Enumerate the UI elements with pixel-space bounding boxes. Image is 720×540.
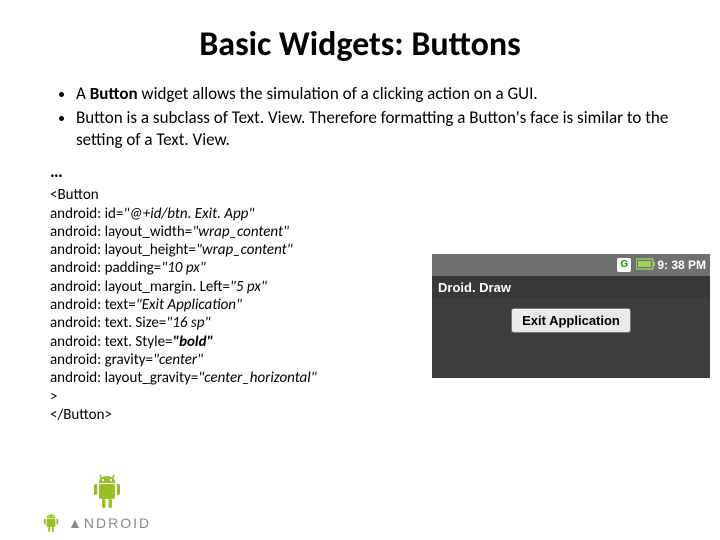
bullet-1-bold: Button xyxy=(90,83,138,104)
code-attr-1: android: layout_width="wrap_content" xyxy=(50,223,680,241)
android-logo: ▲NDROID xyxy=(40,512,151,534)
exit-application-button[interactable]: Exit Application xyxy=(511,308,631,333)
app-title-bar: Droid. Draw xyxy=(432,276,710,298)
code-close: </Button> xyxy=(50,406,680,424)
bullet-1: A Button widget allows the simulation of… xyxy=(76,83,680,105)
bullets-list: A Button widget allows the simulation of… xyxy=(76,83,680,150)
status-bar: G 9: 38 PM xyxy=(432,254,710,276)
battery-icon xyxy=(636,258,652,272)
android-robot-icon xyxy=(89,472,125,517)
phone-mock: G 9: 38 PM Droid. Draw Exit Application xyxy=(432,254,710,378)
code-ellipsis: … xyxy=(50,160,676,182)
code-open: <Button xyxy=(50,186,680,204)
app-body: Exit Application xyxy=(432,298,710,378)
code-attr-0: android: id="@+id/btn. Exit. App" xyxy=(50,205,680,223)
bullet-2-text: Button is a subclass of Text. View. Ther… xyxy=(76,107,668,150)
bullet-2: Button is a subclass of Text. View. Ther… xyxy=(76,107,680,151)
android-robot-small-icon xyxy=(40,512,62,534)
app-title-text: Droid. Draw xyxy=(438,280,511,295)
android-wordmark: ▲NDROID xyxy=(68,515,151,531)
status-time: 9: 38 PM xyxy=(657,258,706,272)
g-signal-icon: G xyxy=(617,258,631,272)
slide-title: Basic Widgets: Buttons xyxy=(40,24,680,65)
bullet-1-pre: A xyxy=(76,83,90,104)
code-closeang: > xyxy=(50,388,680,406)
bullet-1-post: widget allows the simulation of a clicki… xyxy=(138,83,538,104)
